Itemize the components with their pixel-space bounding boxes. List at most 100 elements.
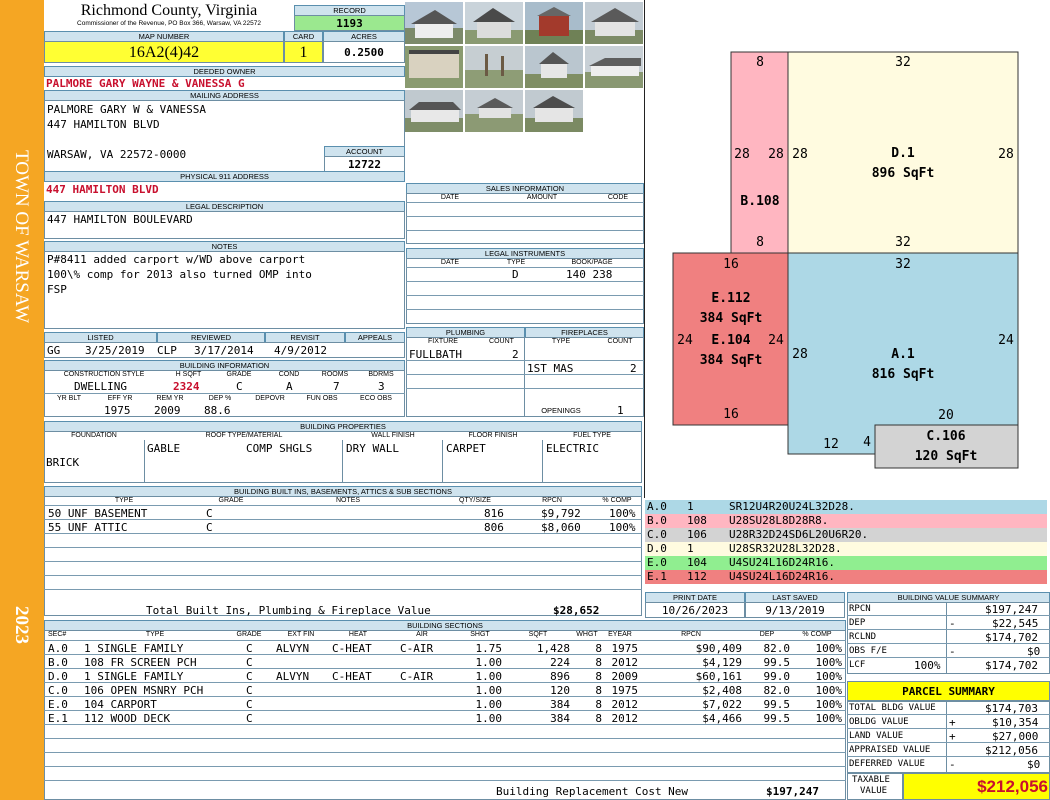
sketch-dim: 32 <box>895 235 911 250</box>
section-rule <box>44 640 846 641</box>
section-comp: 100% <box>815 684 843 697</box>
section-col-eyear: EYEAR <box>608 631 632 638</box>
section-shgt: 1.00 <box>475 656 503 669</box>
li-rule <box>406 281 644 282</box>
sales-rule <box>406 216 644 217</box>
bt-rule <box>44 575 642 576</box>
notes-line-1: P#8411 added carport w/WD above carport <box>47 253 306 266</box>
bi-col-depovr: DEPOVR <box>255 395 285 402</box>
town-label: TOWN OF WARSAW <box>11 150 32 324</box>
sketch-label: D.1 <box>891 146 915 161</box>
sales-col-date: DATE <box>440 194 460 201</box>
property-photo[interactable] <box>405 2 463 44</box>
section-col-ext: EXT FIN <box>287 631 315 638</box>
sales-col-amount: AMOUNT <box>526 194 558 201</box>
section-dep: 99.5 <box>763 656 791 669</box>
sketch-code-num: 112 <box>687 570 707 583</box>
reviewed-date: 3/17/2014 <box>194 344 254 357</box>
prop-wall: DRY WALL <box>346 442 399 455</box>
bt-rule <box>44 547 642 548</box>
section-col-comp: % COMP <box>802 631 832 638</box>
section-dep: 99.0 <box>763 670 791 683</box>
property-photo[interactable] <box>465 2 523 44</box>
sketch-label: A.1 <box>891 347 915 362</box>
physical-address: 447 HAMILTON BLVD <box>46 183 159 196</box>
taxable-value: $212,056 <box>977 777 1048 796</box>
section-sqft: 120 <box>550 684 570 697</box>
sketch-code-code: SR12U4R20U24L32D28. <box>729 500 855 513</box>
bt-col-notes: NOTES <box>335 497 361 504</box>
section-eyear: 1975 <box>611 684 639 697</box>
card-number: 1 <box>284 41 323 63</box>
fireplace-col-type: TYPE <box>551 338 571 345</box>
prop-divider <box>442 440 443 482</box>
sketch-code-code: U28R32D24SD6L20U6R20. <box>729 528 869 541</box>
property-photo[interactable] <box>585 2 643 44</box>
sketch-dim: 16 <box>723 257 739 272</box>
section-comp: 100% <box>815 656 843 669</box>
section-col-type: TYPE <box>145 631 165 638</box>
replacement-value: $197,247 <box>766 785 819 798</box>
section-col-air: AIR <box>416 631 428 638</box>
property-photo[interactable] <box>405 90 463 132</box>
ps-deferred: $0 <box>1027 758 1041 771</box>
property-photo[interactable] <box>405 46 463 88</box>
bt-col-rpcn: RPCN <box>542 497 562 504</box>
prop-roof-material: COMP SHGLS <box>246 442 313 455</box>
property-photo[interactable] <box>525 46 583 88</box>
section-col-rpcn: RPCN <box>681 631 701 638</box>
vs-rule <box>847 615 1050 616</box>
print-date: 10/26/2023 <box>645 602 745 618</box>
bi-col-dep: DEP % <box>208 395 232 402</box>
section-rule <box>44 766 846 767</box>
vs-obs-label: OBS F/E <box>849 646 887 656</box>
property-photo[interactable] <box>465 46 523 88</box>
sketch-dim: 24 <box>768 333 784 348</box>
section-sqft: 384 <box>550 712 570 725</box>
sketch-code-num: 106 <box>687 528 707 541</box>
section-rpcn: $2,408 <box>702 684 742 697</box>
vs-rule <box>847 629 1050 630</box>
sketch-code-code: U28SR32U28L32D28. <box>729 542 842 555</box>
vs-rule <box>847 657 1050 658</box>
deeded-owner: PALMORE GARY WAYNE & VANESSA G <box>46 77 245 90</box>
replacement-label: Building Replacement Cost New <box>496 785 689 798</box>
bt-rule <box>44 519 642 520</box>
property-photo[interactable] <box>525 2 583 44</box>
section-grade: C <box>246 670 253 683</box>
ps-rule <box>847 742 1050 743</box>
section-eyear: 2012 <box>611 656 639 669</box>
pf-rule <box>406 360 644 361</box>
prop-col-fuel: FUEL TYPE <box>573 432 611 439</box>
section-type: 1 SINGLE FAMILY <box>84 642 184 655</box>
sales-col-code: CODE <box>607 194 629 201</box>
section-sec: A.0 <box>48 642 68 655</box>
sketch-code-row: C.0 106 U28R32D24SD6L20U6R20. <box>645 528 1047 542</box>
sketch-code-num: 104 <box>687 556 707 569</box>
section-grade: C <box>246 712 253 725</box>
bi-col-cond: COND <box>278 371 300 378</box>
li-col-bookpage: BOOK/PAGE <box>571 259 613 266</box>
sketch-area: 384 SqFt <box>700 311 763 326</box>
sketch-code-sec: C.0 <box>647 528 667 541</box>
ps-land-label: LAND VALUE <box>849 731 904 741</box>
sketch-code-row: A.0 1 SR12U4R20U24L32D28. <box>645 500 1047 514</box>
sketch-dim: 8 <box>756 55 764 70</box>
ps-divider <box>946 701 947 773</box>
openings-label: OPENINGS <box>541 406 581 415</box>
bt-rule <box>44 589 642 590</box>
reviewed-by: CLP <box>157 344 177 357</box>
property-photo[interactable] <box>465 90 523 132</box>
county-title: Richmond County, Virginia <box>80 2 258 19</box>
property-photo[interactable] <box>585 46 643 88</box>
bi-grade: C <box>236 380 243 393</box>
li-bookpage: 140 238 <box>566 268 613 281</box>
section-ext: ALVYN <box>276 670 310 683</box>
section-air: C-AIR <box>400 670 434 683</box>
property-photo[interactable] <box>525 90 583 132</box>
section-rule <box>44 752 846 753</box>
sketch-dim: 32 <box>895 55 911 70</box>
bt-rule <box>44 505 642 506</box>
section-rpcn: $60,161 <box>695 670 742 683</box>
section-sqft: 224 <box>550 656 570 669</box>
